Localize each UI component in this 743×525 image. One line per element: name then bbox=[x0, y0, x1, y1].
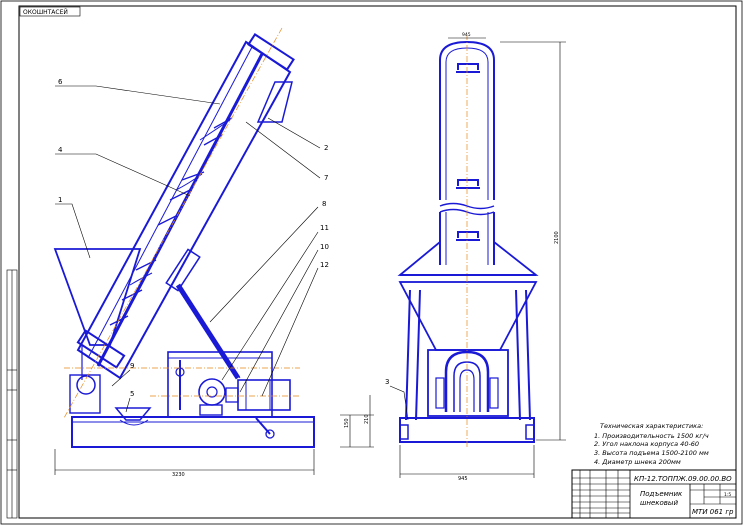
title-code: КП-12.ТОППЖ.09.00.00.ВО bbox=[634, 475, 732, 483]
callout-7: 7 bbox=[324, 174, 328, 182]
callout-1: 1 bbox=[58, 196, 62, 204]
callout-6: 6 bbox=[58, 78, 63, 86]
callout-12: 12 bbox=[320, 261, 329, 269]
top-stamp-text: ОКОШНТАСЕЙ bbox=[23, 9, 68, 16]
side-view: 945 945 2100 bbox=[389, 32, 566, 482]
auger-housing bbox=[76, 40, 292, 380]
discharge-chute bbox=[256, 81, 293, 123]
dim-front-width: 3230 bbox=[172, 472, 185, 478]
title-org: МТИ 061 гр bbox=[692, 508, 734, 516]
callout-2: 2 bbox=[324, 144, 328, 152]
specs-item-3: 3. Высота подъема 1500-2100 мм bbox=[594, 449, 709, 457]
callout-3: 3 bbox=[385, 378, 389, 386]
dim-height-210: 210 bbox=[364, 414, 370, 424]
callout-4: 4 bbox=[58, 146, 63, 154]
callout-10: 10 bbox=[320, 243, 329, 251]
callout-8: 8 bbox=[322, 200, 326, 208]
dim-side-height: 2100 bbox=[554, 231, 560, 244]
specs-item-4: 4. Диаметр шнека 200мм bbox=[594, 458, 681, 466]
technical-drawing: ОКОШНТАСЕЙ 3230 210 150 6 4 1 2 7 8 11 1… bbox=[0, 0, 743, 525]
front-view: 3230 210 150 bbox=[53, 27, 374, 478]
title-block: КП-12.ТОППЖ.09.00.00.ВО Подъемник шнеков… bbox=[571, 469, 737, 519]
callout-11: 11 bbox=[320, 224, 329, 232]
specs-heading: Техническая характеристика: bbox=[600, 422, 703, 430]
specs-item-1: 1. Производительность 1500 кг/ч bbox=[594, 432, 709, 440]
tech-specs: Техническая характеристика: 1. Производи… bbox=[594, 422, 709, 466]
side-tube bbox=[439, 40, 495, 200]
dim-height-150: 150 bbox=[344, 418, 350, 428]
title-name-line2: шнековый bbox=[640, 499, 678, 507]
title-scale: 1:5 bbox=[724, 492, 731, 498]
callout-5: 5 bbox=[130, 390, 134, 398]
dim-side-width: 945 bbox=[458, 476, 468, 482]
side-hopper bbox=[397, 241, 539, 276]
specs-item-2: 2. Угол наклона корпуса 40-60 bbox=[594, 440, 699, 448]
outlet-funnel bbox=[114, 407, 152, 421]
title-name-line1: Подъемник bbox=[640, 490, 683, 498]
dim-top-width: 945 bbox=[462, 32, 471, 38]
callout-9: 9 bbox=[130, 362, 134, 370]
